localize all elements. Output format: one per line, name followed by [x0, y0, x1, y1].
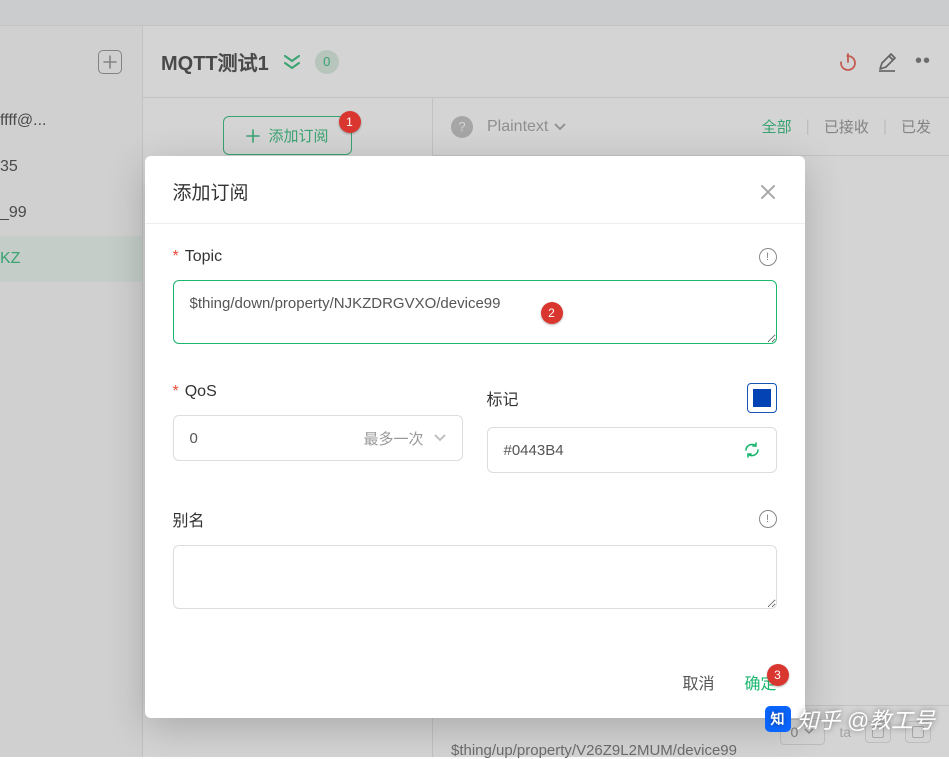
watermark-text: 知乎 @教工号	[797, 703, 935, 735]
alias-label-row: 别名 !	[173, 507, 777, 531]
alias-info-icon[interactable]: !	[759, 510, 777, 528]
confirm-button[interactable]: 确定 3	[744, 670, 776, 694]
topic-info-icon[interactable]: !	[759, 248, 777, 266]
qos-label: QoS	[185, 383, 217, 401]
required-mark: *	[173, 248, 179, 266]
refresh-icon	[744, 442, 760, 458]
topic-label-row: * Topic !	[173, 248, 777, 266]
add-subscription-dialog: 添加订阅 * Topic ! 2	[145, 156, 805, 718]
dialog-header: 添加订阅	[145, 156, 805, 224]
close-icon	[759, 183, 777, 201]
refresh-color-button[interactable]	[744, 442, 760, 458]
dialog-body: * Topic ! 2 * QoS 0	[145, 224, 805, 656]
topic-label: Topic	[185, 248, 222, 266]
dialog-footer: 取消 确定 3	[145, 656, 805, 718]
alias-label: 别名	[173, 507, 205, 531]
chevron-down-icon	[434, 434, 446, 442]
watermark: 知 知乎 @教工号	[765, 703, 935, 735]
qos-column: * QoS 0 最多一次	[173, 383, 463, 473]
qos-label-row: * QoS	[173, 383, 463, 401]
qos-value: 0	[190, 430, 198, 447]
color-swatch-button[interactable]	[747, 383, 777, 413]
topic-field-row: * Topic ! 2	[173, 248, 777, 349]
zhihu-icon: 知	[765, 706, 791, 732]
dialog-title: 添加订阅	[173, 178, 249, 205]
color-input-row: #0443B4	[487, 427, 777, 473]
alias-input[interactable]	[173, 545, 777, 609]
qos-select[interactable]: 0 最多一次	[173, 415, 463, 461]
mark-column: 标记 #0443B4	[487, 383, 777, 473]
close-button[interactable]	[759, 183, 777, 201]
qos-text: 最多一次	[363, 428, 423, 449]
mark-label-row: 标记	[487, 383, 777, 413]
required-mark: *	[173, 383, 179, 401]
color-swatch-icon	[753, 389, 771, 407]
qos-mark-row: * QoS 0 最多一次 标记	[173, 383, 777, 473]
alias-field-row: 别名 !	[173, 507, 777, 614]
topic-input[interactable]	[173, 280, 777, 344]
modal-overlay: 添加订阅 * Topic ! 2	[0, 0, 949, 757]
color-hex-value[interactable]: #0443B4	[504, 442, 564, 459]
annotation-3: 3	[767, 664, 789, 686]
annotation-1: 1	[339, 111, 361, 133]
mark-label: 标记	[487, 386, 519, 410]
cancel-button[interactable]: 取消	[682, 670, 714, 694]
annotation-2: 2	[541, 302, 563, 324]
